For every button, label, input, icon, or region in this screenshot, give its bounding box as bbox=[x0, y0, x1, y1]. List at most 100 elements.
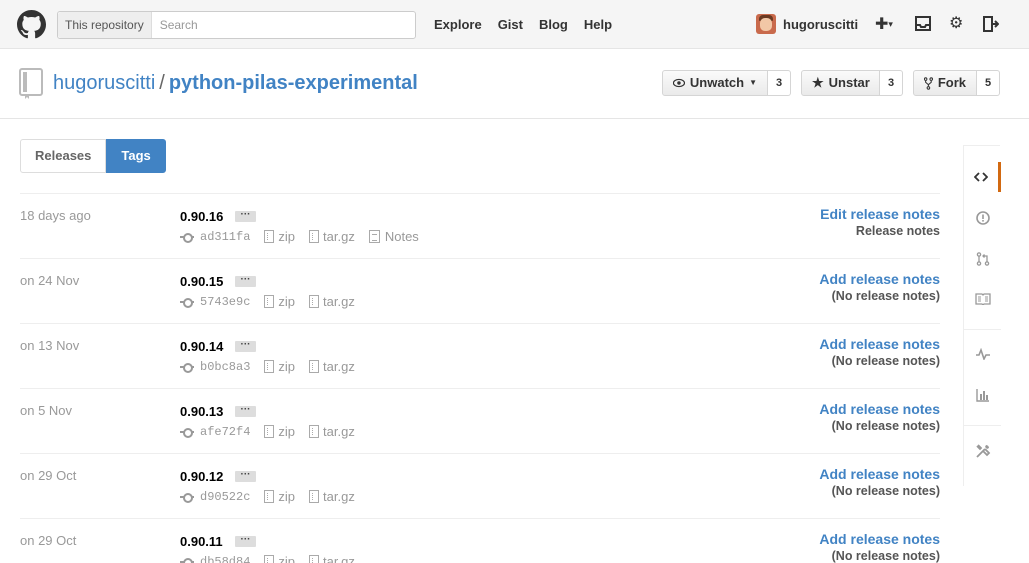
commit-sha-link[interactable]: ad311fa bbox=[200, 230, 250, 244]
unwatch-button[interactable]: Unwatch ▼ bbox=[662, 70, 768, 96]
targz-download-link[interactable]: tar.gz bbox=[309, 424, 355, 439]
tag-action: Add release notes (No release notes) bbox=[819, 466, 940, 500]
nav-help[interactable]: Help bbox=[584, 17, 612, 32]
stargazers-count[interactable]: 3 bbox=[880, 70, 903, 96]
targz-download-link[interactable]: tar.gz bbox=[309, 294, 355, 309]
forks-count[interactable]: 5 bbox=[977, 70, 1000, 96]
more-button[interactable]: ··· bbox=[235, 535, 256, 547]
fork-button[interactable]: Fork bbox=[913, 70, 977, 96]
zip-download-link[interactable]: zip bbox=[264, 424, 295, 439]
zip-label: zip bbox=[278, 359, 296, 374]
file-zip-icon bbox=[264, 555, 275, 563]
edit-release-notes-link[interactable]: Edit release notes bbox=[820, 206, 940, 222]
commit-sha-link[interactable]: 5743e9c bbox=[200, 295, 250, 309]
targz-download-link[interactable]: tar.gz bbox=[309, 229, 355, 244]
search-input[interactable] bbox=[151, 12, 415, 38]
sign-out-icon[interactable] bbox=[983, 16, 999, 32]
sidebar-item-graphs[interactable] bbox=[964, 380, 1001, 410]
tab-tags[interactable]: Tags bbox=[106, 139, 166, 173]
add-release-notes-link[interactable]: Add release notes bbox=[819, 401, 940, 417]
more-button[interactable]: ··· bbox=[235, 405, 256, 417]
repo-name-link[interactable]: python-pilas-experimental bbox=[169, 72, 418, 94]
unstar-button[interactable]: ★ Unstar bbox=[801, 70, 880, 96]
targz-label: tar.gz bbox=[323, 294, 355, 309]
notes-label: Notes bbox=[384, 229, 419, 244]
sidebar-item-pulse[interactable] bbox=[964, 339, 1001, 369]
nav-gist[interactable]: Gist bbox=[498, 17, 523, 32]
commit-sha-link[interactable]: b0bc8a3 bbox=[200, 360, 250, 374]
tag-date: 18 days ago bbox=[20, 208, 91, 223]
sidebar-item-settings[interactable] bbox=[964, 436, 1001, 466]
file-zip-icon bbox=[309, 555, 320, 563]
avatar[interactable] bbox=[756, 14, 776, 34]
zip-label: zip bbox=[278, 424, 296, 439]
tag-date: on 29 Oct bbox=[20, 533, 77, 548]
zip-download-link[interactable]: zip bbox=[264, 554, 295, 563]
tag-name-link[interactable]: 0.90.13 bbox=[180, 404, 223, 419]
sidebar-item-issues[interactable] bbox=[964, 203, 1001, 233]
nav-explore[interactable]: Explore bbox=[434, 17, 482, 32]
code-icon bbox=[974, 172, 988, 182]
create-new-icon[interactable]: ✚▾ bbox=[875, 15, 893, 34]
zip-download-link[interactable]: zip bbox=[264, 489, 295, 504]
commit-sha-link[interactable]: db58d84 bbox=[200, 555, 250, 563]
targz-label: tar.gz bbox=[323, 229, 355, 244]
more-button[interactable]: ··· bbox=[235, 210, 256, 222]
tag-name-link[interactable]: 0.90.14 bbox=[180, 339, 223, 354]
tab-releases[interactable]: Releases bbox=[20, 139, 107, 173]
commit-icon bbox=[180, 492, 194, 503]
notes-link[interactable]: Notes bbox=[368, 229, 419, 244]
user-menu[interactable]: hugoruscitti bbox=[756, 14, 858, 34]
targz-download-link[interactable]: tar.gz bbox=[309, 489, 355, 504]
more-button[interactable]: ··· bbox=[235, 470, 256, 482]
tag-action: Edit release notes Release notes bbox=[820, 206, 940, 240]
add-release-notes-link[interactable]: Add release notes bbox=[819, 531, 940, 547]
tag-name-link[interactable]: 0.90.15 bbox=[180, 274, 223, 289]
more-button[interactable]: ··· bbox=[235, 275, 256, 287]
release-notes-status: (No release notes) bbox=[831, 549, 940, 563]
tag-meta: b0bc8a3 zip tar.gz bbox=[180, 359, 369, 374]
zip-download-link[interactable]: zip bbox=[264, 294, 295, 309]
add-release-notes-link[interactable]: Add release notes bbox=[819, 466, 940, 482]
release-notes-status: (No release notes) bbox=[831, 289, 940, 303]
targz-download-link[interactable]: tar.gz bbox=[309, 554, 355, 563]
add-release-notes-link[interactable]: Add release notes bbox=[819, 336, 940, 352]
sidebar-item-wiki[interactable] bbox=[964, 284, 1001, 314]
commit-icon bbox=[180, 557, 194, 563]
github-logo-icon[interactable] bbox=[17, 10, 46, 39]
sidebar-divider bbox=[964, 425, 1001, 426]
tag-action: Add release notes (No release notes) bbox=[819, 531, 940, 563]
file-zip-icon bbox=[309, 295, 320, 308]
tag-name-link[interactable]: 0.90.12 bbox=[180, 469, 223, 484]
tag-meta: d90522c zip tar.gz bbox=[180, 489, 369, 504]
commit-sha-link[interactable]: afe72f4 bbox=[200, 425, 250, 439]
zip-download-link[interactable]: zip bbox=[264, 359, 295, 374]
add-release-notes-link[interactable]: Add release notes bbox=[819, 271, 940, 287]
file-zip-icon bbox=[264, 360, 275, 373]
tag-date: on 5 Nov bbox=[20, 403, 73, 418]
gear-icon[interactable]: ⚙ bbox=[949, 15, 963, 33]
tag-meta: afe72f4 zip tar.gz bbox=[180, 424, 369, 439]
tag-row: on 29 Oct 0.90.12 ··· d90522c zip tar.gz… bbox=[20, 453, 940, 518]
file-text-icon bbox=[368, 230, 380, 243]
zip-download-link[interactable]: zip bbox=[264, 229, 295, 244]
more-button[interactable]: ··· bbox=[235, 340, 256, 352]
tag-name-link[interactable]: 0.90.11 bbox=[180, 534, 223, 549]
targz-download-link[interactable]: tar.gz bbox=[309, 359, 355, 374]
book-icon bbox=[974, 293, 991, 305]
sidebar-item-code[interactable] bbox=[964, 162, 1001, 192]
inbox-icon[interactable] bbox=[915, 16, 931, 31]
username-link[interactable]: hugoruscitti bbox=[783, 17, 858, 32]
targz-label: tar.gz bbox=[323, 554, 355, 563]
tag-name-link[interactable]: 0.90.16 bbox=[180, 209, 223, 224]
watchers-count[interactable]: 3 bbox=[768, 70, 791, 96]
file-zip-icon bbox=[309, 230, 320, 243]
search-scope-label: This repository bbox=[58, 12, 152, 38]
tag-action: Add release notes (No release notes) bbox=[819, 271, 940, 305]
nav-blog[interactable]: Blog bbox=[539, 17, 568, 32]
repo-owner-link[interactable]: hugoruscitti bbox=[53, 72, 155, 94]
commit-sha-link[interactable]: d90522c bbox=[200, 490, 250, 504]
commit-icon bbox=[180, 297, 194, 308]
tools-icon bbox=[975, 444, 990, 458]
sidebar-item-pull-requests[interactable] bbox=[964, 244, 1001, 274]
